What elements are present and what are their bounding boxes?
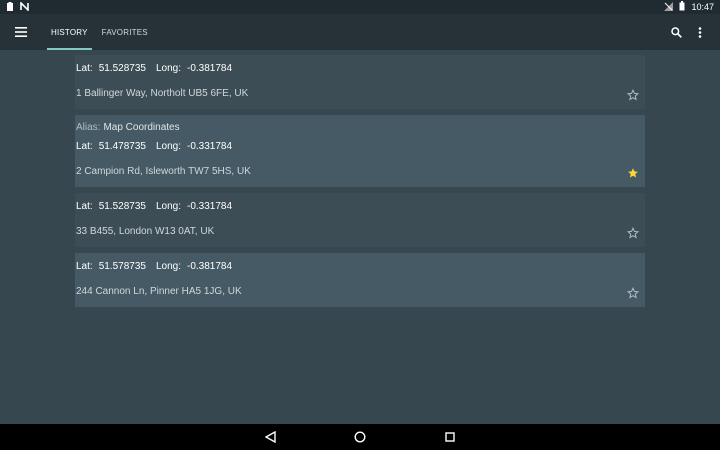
alias-label: Alias: [76,122,101,133]
recents-icon[interactable] [441,428,459,446]
history-list: Lat: 51.528735 Long: -0.381784 1 Ballinger … [75,55,645,313]
tab-favorites[interactable]: FAVORITES [95,14,155,50]
lat-value: 51.528735 [98,63,146,74]
address: 33 B455, London W13 0AT, UK [76,226,215,237]
signal-off-icon [664,1,674,13]
tab-history[interactable]: HISTORY [44,14,95,50]
address: 1 Ballinger Way, Northolt UB5 6FE, UK [76,88,249,99]
star-filled-icon[interactable] [627,167,639,179]
menu-icon[interactable] [0,14,42,50]
long-label: Long: [155,141,181,152]
lat-value: 51.478735 [98,141,146,152]
clipboard-icon [6,1,14,13]
star-outline-icon[interactable] [627,227,639,239]
coordinates: Lat: 51.528735 Long: -0.381784 [76,63,637,74]
long-label: Long: [155,261,181,272]
long-value: -0.331784 [187,141,233,152]
long-value: -0.331784 [187,201,233,212]
long-label: Long: [155,63,181,74]
app-bar: HISTORY FAVORITES [0,14,720,50]
address: 244 Cannon Ln, Pinner HA5 1JG, UK [76,286,242,297]
lat-label: Lat: [76,261,93,272]
more-vert-icon[interactable] [688,14,712,50]
search-icon[interactable] [664,14,688,50]
list-item[interactable]: Lat: 51.528735 Long: -0.331784 33 B455, Lon… [75,193,645,247]
clock: 10:47 [691,2,714,12]
lat-value: 51.578735 [98,261,146,272]
list-item[interactable]: Lat: 51.528735 Long: -0.381784 1 Ballinger … [75,55,645,109]
list-item[interactable]: Alias: Map Coordinates Lat: 51.478735 Long:… [75,115,645,187]
star-outline-icon[interactable] [627,287,639,299]
long-label: Long: [155,201,181,212]
lat-label: Lat: [76,201,93,212]
battery-icon [679,1,685,13]
back-icon[interactable] [261,428,279,446]
coordinates: Lat: 51.578735 Long: -0.381784 [76,261,637,272]
status-bar: 10:47 [0,0,720,14]
lat-label: Lat: [76,141,93,152]
home-icon[interactable] [351,428,369,446]
notification-n-icon [20,0,29,13]
long-value: -0.381784 [187,261,233,272]
address: 2 Campion Rd, Isleworth TW7 5HS, UK [76,166,251,177]
list-item[interactable]: Lat: 51.578735 Long: -0.381784 244 Cannon L… [75,253,645,307]
coordinates: Lat: 51.478735 Long: -0.331784 [76,141,637,152]
coordinates: Lat: 51.528735 Long: -0.331784 [76,201,637,212]
star-outline-icon[interactable] [627,89,639,101]
navigation-bar [0,424,720,450]
tab-bar: HISTORY FAVORITES [44,14,155,50]
lat-value: 51.528735 [98,201,146,212]
long-value: -0.381784 [187,63,233,74]
alias: Alias: Map Coordinates [76,122,637,133]
lat-label: Lat: [76,63,93,74]
alias-value: Map Coordinates [103,122,180,133]
